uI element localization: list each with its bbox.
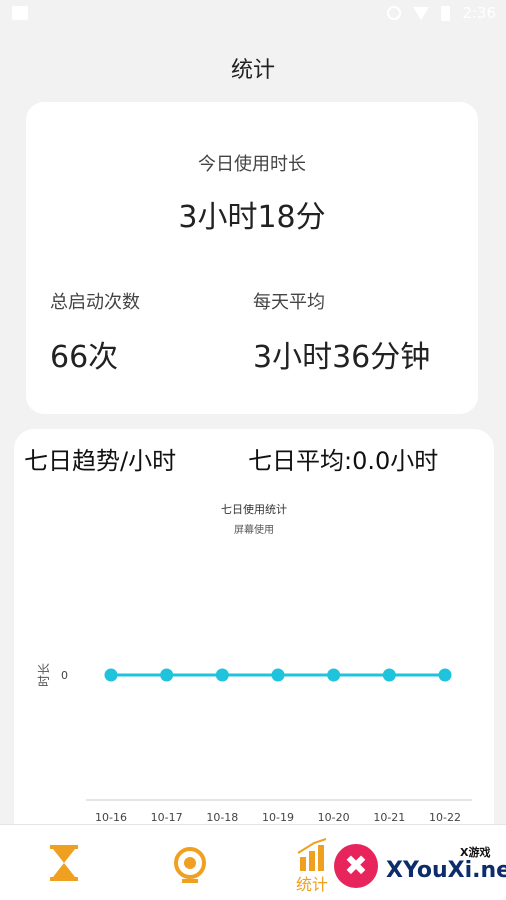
status-bar: 2:36 — [0, 0, 506, 28]
x-tick-label: 10-16 — [95, 811, 127, 824]
x-tick-label: 10-17 — [151, 811, 183, 824]
site-watermark: ✖ X游戏 XYouXi.net — [334, 840, 506, 894]
launch-count-label: 总启动次数 — [50, 292, 140, 313]
notification-icon — [12, 6, 28, 20]
battery-icon — [441, 5, 451, 21]
watermark-logo: ✖ — [334, 844, 378, 888]
launch-count-value: 66次 — [50, 340, 119, 375]
today-usage-value: 3小时18分 — [178, 200, 326, 235]
record-icon — [174, 847, 206, 883]
nav-record-button[interactable] — [160, 835, 220, 895]
data-point — [160, 668, 174, 682]
daily-average-value: 3小时36分钟 — [253, 340, 431, 375]
x-tick-label: 10-20 — [318, 811, 350, 824]
data-point — [438, 668, 452, 682]
nav-usage-button[interactable] — [36, 835, 96, 895]
x-tick-label: 10-19 — [262, 811, 294, 824]
data-point — [327, 668, 341, 682]
alarm-icon — [387, 6, 402, 20]
x-tick-label: 10-21 — [373, 811, 405, 824]
today-usage-label: 今日使用时长 — [198, 154, 306, 175]
nav-stats-label: 统计 — [296, 875, 329, 894]
chart-legend-label: 屏幕使用 — [234, 523, 274, 536]
chart-title: 七日使用统计 — [221, 503, 287, 516]
data-point — [215, 668, 229, 682]
status-time: 2:36 — [462, 4, 496, 22]
y-tick-label: 0 — [61, 669, 68, 682]
x-tick-label: 10-18 — [206, 811, 238, 824]
wifi-icon — [413, 6, 430, 20]
page-title: 统计 — [230, 58, 275, 83]
watermark-text: XYouXi.net — [386, 858, 506, 883]
x-tick-label: 10-22 — [429, 811, 461, 824]
usage-line-chart: 七日使用统计 屏幕使用 时长 0 10-16 10-17 10-18 10-19 10-… — [37, 503, 472, 824]
status-icons: 2:36 — [387, 4, 496, 22]
data-point — [104, 668, 118, 682]
daily-average-label: 每天平均 — [253, 292, 325, 313]
hourglass-icon — [50, 845, 78, 881]
data-point — [271, 668, 285, 682]
y-axis-label: 时长 — [37, 663, 51, 687]
trend-card: 七日趋势/小时 七日平均:0.0小时 七日使用统计 屏幕使用 时长 0 10-1… — [14, 429, 494, 849]
summary-card: 今日使用时长 3小时18分 总启动次数 66次 每天平均 3小时36分钟 — [26, 102, 478, 414]
data-point — [382, 668, 396, 682]
